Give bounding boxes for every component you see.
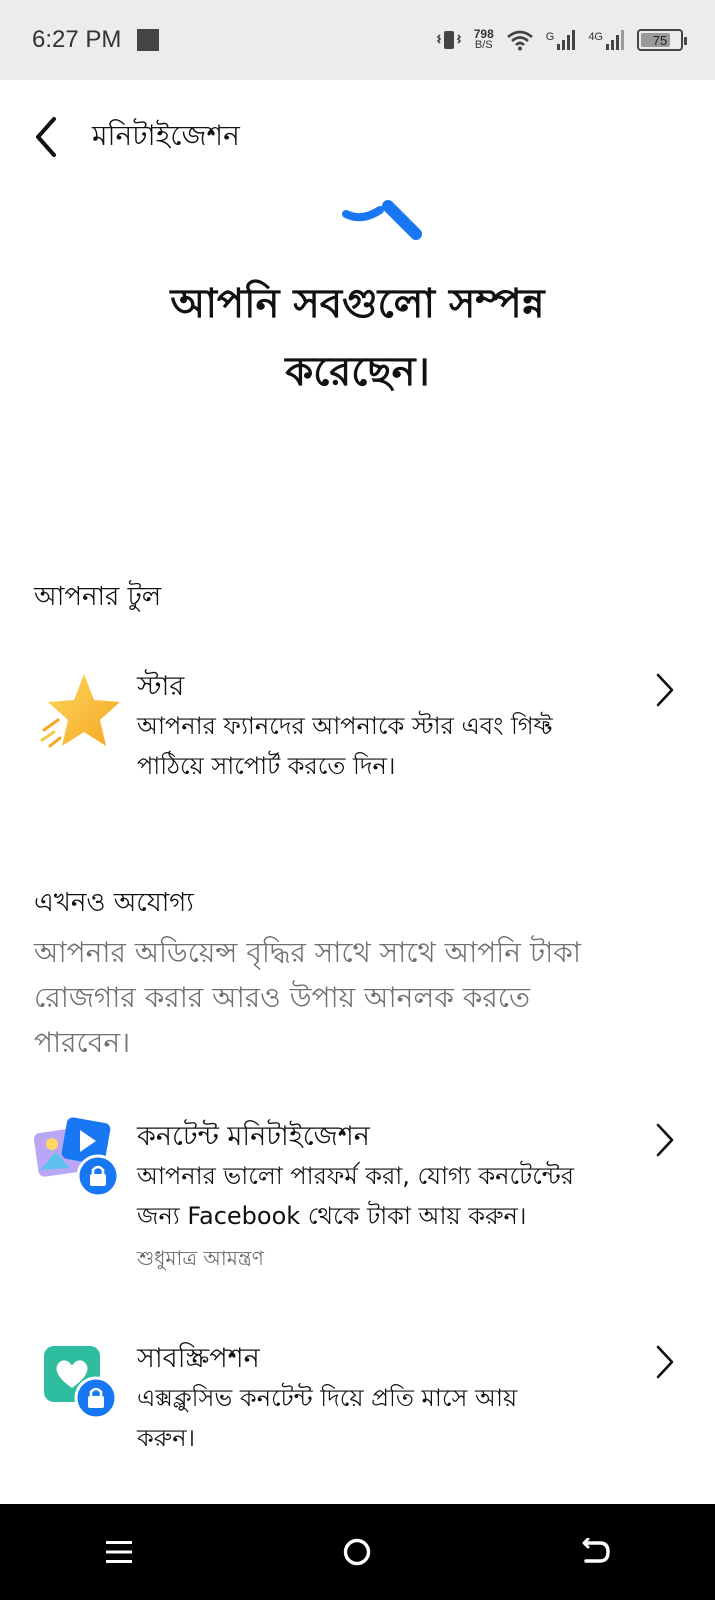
system-navigation-bar: [0, 1504, 715, 1600]
recent-apps-icon: [106, 1541, 133, 1563]
sim2-label: 4G: [588, 31, 603, 43]
tool-row-subscriptions[interactable]: সাবস্ক্রিপশন এক্সক্লুসিভ কনটেন্ট দিয়ে প…: [0, 1340, 715, 1460]
page-title: মনিটাইজেশন: [92, 118, 240, 152]
network-speed: 798 B/S: [474, 28, 494, 51]
signal-bars-icon: [557, 30, 576, 50]
app-header: মনিটাইজেশন: [0, 80, 715, 194]
completion-heading: আপনি সবগুলো সম্পন্ন করেছেন।: [60, 270, 655, 406]
tools-section-label: আপনার টুল: [34, 582, 162, 612]
completion-heading-line1: আপনি সবগুলো সম্পন্ন: [170, 281, 545, 327]
star-icon: [34, 670, 120, 756]
back-arrow-icon: [36, 117, 56, 157]
ineligible-description-line1: আপনার অডিয়েন্স বৃদ্ধির সাথে সাথে আপনি ট…: [34, 936, 581, 969]
home-icon: [344, 1538, 371, 1566]
tool-title: সাবস্ক্রিপশন: [137, 1343, 260, 1374]
back-nav-icon: [582, 1538, 610, 1563]
tool-row-content-monetization[interactable]: কনটেন্ট মনিটাইজেশন আপনার ভালো পারফর্ম কর…: [0, 1117, 715, 1278]
tool-row-stars[interactable]: স্টার আপনার ফ্যানদের আপনাকে স্টার এবং গি…: [0, 664, 715, 794]
battery-icon: 75: [637, 29, 687, 51]
invite-only-note: শুধুমাত্র আমন্ত্রণ: [137, 1246, 264, 1270]
signal-sim2: 4G: [588, 29, 625, 51]
chevron-right-icon: [653, 670, 677, 710]
completion-heading-line2: করেছেন।: [285, 349, 430, 395]
ineligible-section-label: এখনও অযোগ্য: [34, 888, 194, 918]
tool-description-line2: পাঠিয়ে সাপোর্ট করতে দিন।: [137, 752, 396, 780]
recent-apps-button[interactable]: [89, 1522, 149, 1582]
notification-icon: [137, 29, 160, 51]
chevron-right-icon: [653, 1120, 677, 1160]
tool-description: আপনার ফ্যানদের আপনাকে স্টার এবং গিফ্ট পা…: [137, 706, 637, 786]
chevron-right-icon: [653, 1342, 677, 1382]
tool-description: এক্সক্লুসিভ কনটেন্ট দিয়ে প্রতি মাসে আয়…: [137, 1378, 637, 1458]
tool-description-line1: এক্সক্লুসিভ কনটেন্ট দিয়ে প্রতি মাসে আয়: [137, 1384, 518, 1412]
battery-percent: 75: [652, 32, 668, 48]
tool-title: কনটেন্ট মনিটাইজেশন: [137, 1121, 370, 1152]
back-button[interactable]: [26, 112, 66, 162]
wifi-icon: [506, 30, 533, 51]
tool-title: স্টার: [137, 671, 185, 702]
ineligible-description-line2: রোজগার করার আরও উপায় আনলক করতে: [34, 981, 530, 1014]
tool-description-line2: জন্য Facebook থেকে টাকা আয় করুন।: [137, 1202, 527, 1230]
status-time: 6:27 PM: [32, 26, 122, 53]
signal-sim1: G: [546, 29, 577, 51]
tool-description: আপনার ভালো পারফর্ম করা, যোগ্য কনটেন্টের …: [137, 1156, 657, 1236]
ineligible-section-description: আপনার অডিয়েন্স বৃদ্ধির সাথে সাথে আপনি ট…: [34, 930, 684, 1065]
sim1-label: G: [545, 31, 555, 43]
content-monetization-icon: [33, 1114, 120, 1200]
status-bar: 6:27 PM 798 B/S G 4G 75: [0, 0, 715, 80]
back-nav-button[interactable]: [566, 1522, 626, 1582]
ineligible-description-line3: পারবেন।: [34, 1026, 131, 1059]
completion-illustration: [340, 196, 440, 246]
tool-description-line2: করুন।: [137, 1424, 196, 1452]
vibrate-icon: [436, 31, 461, 49]
tool-description-line1: আপনার ভালো পারফর্ম করা, যোগ্য কনটেন্টের: [137, 1162, 574, 1190]
tool-description-line1: আপনার ফ্যানদের আপনাকে স্টার এবং গিফ্ট: [137, 712, 553, 740]
subscription-heart-icon: [34, 1338, 120, 1424]
home-button[interactable]: [327, 1522, 387, 1582]
signal-bars-icon: [606, 30, 624, 50]
net-speed-unit: B/S: [474, 39, 493, 51]
